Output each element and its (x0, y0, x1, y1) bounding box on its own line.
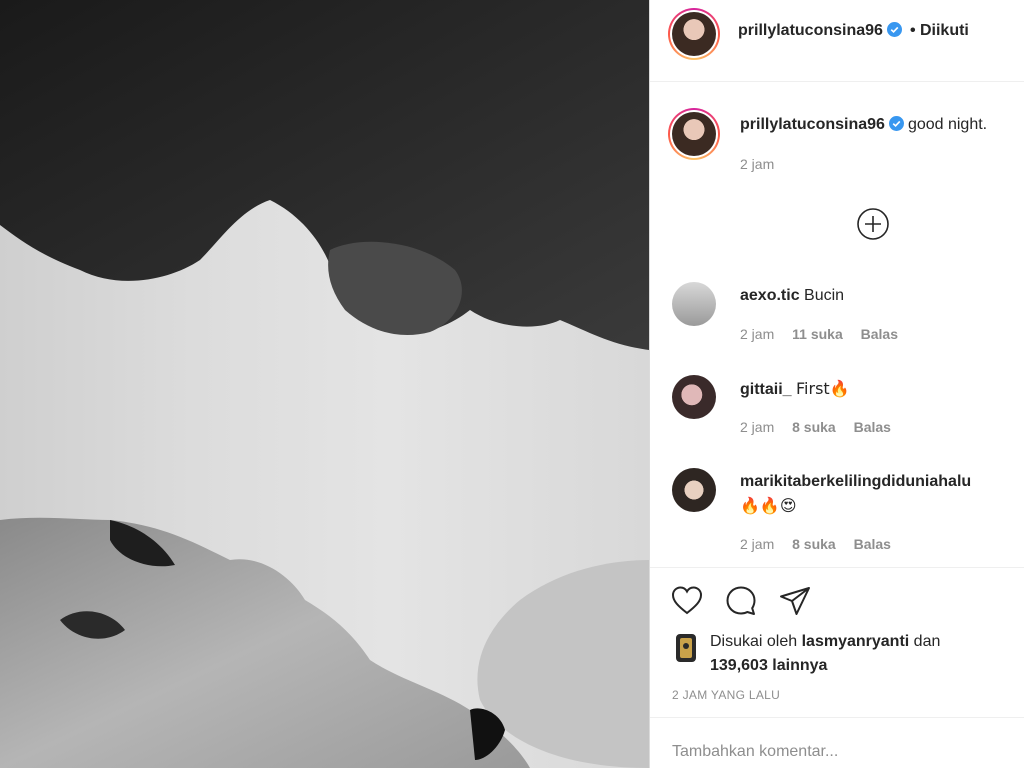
add-comment-section (650, 717, 1024, 768)
comment-text: First🔥 (796, 379, 850, 398)
heart-icon[interactable] (670, 584, 704, 618)
caption-username[interactable]: prillylatuconsina96 (740, 116, 885, 133)
comment-input[interactable] (672, 740, 1012, 764)
caption-author-avatar[interactable] (668, 108, 720, 160)
caption-text: good night. (907, 116, 988, 133)
comment-likes[interactable]: 11 suka (792, 326, 843, 342)
comment-avatar[interactable] (672, 375, 716, 419)
comment-time[interactable]: 2 jam (740, 326, 774, 342)
verified-icon (886, 22, 902, 37)
comment-body: aexo.tic Bucin (740, 284, 1020, 308)
post-photo[interactable] (0, 0, 649, 768)
comment-icon[interactable] (724, 584, 758, 618)
comment-body: marikitaberkelilingdiduniahalu 🔥🔥😍 (740, 470, 1020, 519)
comment-likes[interactable]: 8 suka (792, 419, 836, 435)
post-header: prillylatuconsina96 • Diikuti (650, 0, 1024, 82)
comment-username[interactable]: marikitaberkelilingdiduniahalu (740, 473, 971, 490)
author-username[interactable]: prillylatuconsina96 (738, 22, 883, 39)
reply-button[interactable]: Balas (861, 326, 898, 342)
liker-username[interactable]: lasmyanryanti (802, 633, 910, 650)
reply-button[interactable]: Balas (854, 536, 891, 552)
comment-text: 🔥🔥😍 (740, 496, 797, 515)
caption-line: prillylatuconsina96 good night. (740, 116, 987, 134)
plus-circle-icon[interactable] (856, 207, 890, 241)
post-actions: Disukai oleh lasmyanryanti dan 139,603 l… (650, 567, 1024, 717)
header-user-line: prillylatuconsina96 • Diikuti (738, 22, 969, 40)
follow-state[interactable]: • Diikuti (910, 22, 969, 39)
comment-username[interactable]: gittaii_ (740, 381, 792, 398)
comment-likes[interactable]: 8 suka (792, 536, 836, 552)
post-side-panel: prillylatuconsina96 • Diikuti prillylatuc… (650, 0, 1024, 768)
verified-icon (888, 116, 904, 131)
likes-count[interactable]: 139,603 lainnya (710, 657, 827, 674)
comment-username[interactable]: aexo.tic (740, 287, 800, 304)
comment-body: gittaii_ First🔥 (740, 377, 1020, 402)
comment-meta: 2 jam 8 suka Balas (740, 536, 905, 552)
posted-ago[interactable]: 2 JAM YANG LALU (672, 688, 780, 702)
likes-prefix: Disukai oleh (710, 633, 798, 650)
comment-text: Bucin (804, 287, 845, 304)
caption-time[interactable]: 2 jam (740, 156, 774, 172)
reply-button[interactable]: Balas (854, 419, 891, 435)
liker-avatar[interactable] (676, 634, 696, 662)
comment-avatar[interactable] (672, 282, 716, 326)
comment-avatar[interactable] (672, 468, 716, 512)
share-icon[interactable] (778, 584, 812, 618)
likes-conj: dan (913, 633, 941, 650)
photo-art (0, 0, 649, 768)
comment-meta: 2 jam 8 suka Balas (740, 419, 905, 435)
comment-time[interactable]: 2 jam (740, 419, 774, 435)
author-avatar[interactable] (668, 8, 720, 60)
comment-time[interactable]: 2 jam (740, 536, 774, 552)
likes-text: Disukai oleh lasmyanryanti dan 139,603 l… (710, 630, 1010, 678)
comment-meta: 2 jam 11 suka Balas (740, 326, 912, 342)
